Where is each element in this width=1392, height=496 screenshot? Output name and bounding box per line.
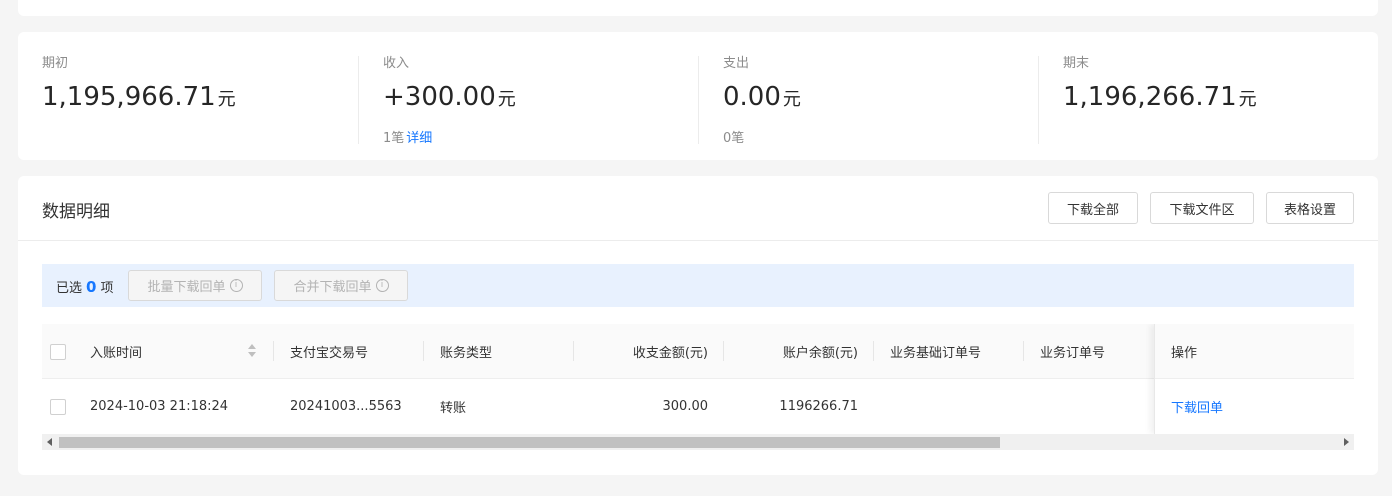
selection-text: 已选 0 项	[56, 277, 113, 296]
cell-time: 2024-10-03 21:18:24	[90, 399, 229, 414]
top-card	[18, 0, 1378, 16]
detail-title: 数据明细	[42, 202, 110, 222]
stat-income-label: 收入	[383, 56, 410, 71]
action-cell: 下载回单	[1155, 379, 1354, 434]
info-icon: i	[375, 279, 389, 292]
download-receipt-link[interactable]: 下载回单	[1171, 397, 1223, 416]
detail-card: 数据明细 下载全部 下载文件区 表格设置 已选 0 项 批量下载回单 i 合并下载回单…	[18, 176, 1378, 475]
stat-closing: 期末 1,196,266.71 元	[1038, 56, 1378, 144]
stat-income-sub: 1笔 详细	[383, 127, 698, 146]
select-all-checkbox[interactable]	[50, 343, 66, 360]
batch-download-button[interactable]: 批量下载回单 i	[128, 270, 262, 301]
col-action: 操作	[1155, 324, 1354, 379]
stat-opening: 期初 1,195,966.71 元	[18, 56, 358, 144]
stat-expense: 支出 0.00 元 0笔	[698, 56, 1038, 146]
horizontal-scrollbar[interactable]	[42, 434, 1354, 450]
row-checkbox-cell	[50, 379, 66, 434]
col-time: 入账时间	[90, 346, 143, 361]
col-balance: 账户余额(元)	[782, 346, 858, 361]
stat-opening-value: 1,195,966.71 元	[42, 82, 358, 115]
selection-count: 0	[86, 278, 97, 296]
scroll-thumb[interactable]	[59, 437, 1000, 448]
stat-closing-unit: 元	[1238, 89, 1257, 110]
stat-income-count: 1笔	[383, 131, 405, 146]
col-amount: 收支金额(元)	[632, 346, 708, 361]
header-checkbox-cell	[50, 324, 66, 379]
stat-opening-unit: 元	[217, 89, 236, 110]
batch-download-label: 批量下载回单	[147, 280, 226, 295]
info-icon: i	[229, 279, 243, 292]
stat-income-amount: +300.00	[383, 82, 496, 112]
stat-closing-amount: 1,196,266.71	[1063, 82, 1237, 112]
merge-download-label: 合并下载回单	[293, 280, 372, 295]
stat-closing-value: 1,196,266.71 元	[1063, 82, 1378, 115]
col-order: 业务订单号	[1040, 346, 1106, 361]
fixed-action-column: 操作 下载回单	[1154, 324, 1354, 434]
download-area-button[interactable]: 下载文件区	[1150, 192, 1254, 224]
cell-amount: 300.00	[662, 399, 709, 414]
stat-opening-amount: 1,195,966.71	[42, 82, 216, 112]
cell-type: 转账	[440, 401, 467, 416]
stat-closing-label: 期末	[1063, 56, 1090, 71]
table-settings-button[interactable]: 表格设置	[1266, 192, 1354, 224]
data-table: 入账时间 支付宝交易号 账务类型 收支金额(元) 账户余额(元) 业务基础订单号…	[42, 324, 1354, 450]
summary-card: 期初 1,195,966.71 元 收入 +300.00 元 1笔 详细 支出 0.0…	[18, 32, 1378, 160]
row-checkbox[interactable]	[50, 398, 66, 415]
merge-download-button[interactable]: 合并下载回单 i	[274, 270, 408, 301]
sort-icon[interactable]	[248, 344, 256, 358]
selection-suffix: 项	[100, 281, 114, 296]
download-all-button[interactable]: 下载全部	[1048, 192, 1138, 224]
cell-trade-no: 20241003...5563	[290, 399, 402, 414]
selection-prefix: 已选	[56, 281, 83, 296]
selection-bar: 已选 0 项 批量下载回单 i 合并下载回单 i	[42, 264, 1354, 307]
stat-income-value: +300.00 元	[383, 82, 698, 115]
income-detail-link[interactable]: 详细	[406, 131, 432, 146]
stat-expense-label: 支出	[723, 56, 750, 71]
stat-expense-unit: 元	[782, 89, 801, 110]
stat-expense-value: 0.00 元	[723, 82, 1038, 115]
scroll-left-icon[interactable]	[47, 438, 52, 446]
detail-header: 数据明细 下载全部 下载文件区 表格设置	[18, 176, 1378, 241]
cell-balance: 1196266.71	[779, 399, 858, 414]
stat-opening-label: 期初	[42, 56, 69, 71]
stat-income: 收入 +300.00 元 1笔 详细	[358, 56, 698, 146]
col-trade-no: 支付宝交易号	[290, 346, 369, 361]
stat-expense-count: 0笔	[723, 131, 745, 146]
col-type: 账务类型	[440, 346, 493, 361]
col-base-order: 业务基础订单号	[890, 346, 982, 361]
stat-income-unit: 元	[497, 89, 516, 110]
stat-expense-amount: 0.00	[723, 82, 781, 112]
scroll-right-icon[interactable]	[1344, 438, 1349, 446]
